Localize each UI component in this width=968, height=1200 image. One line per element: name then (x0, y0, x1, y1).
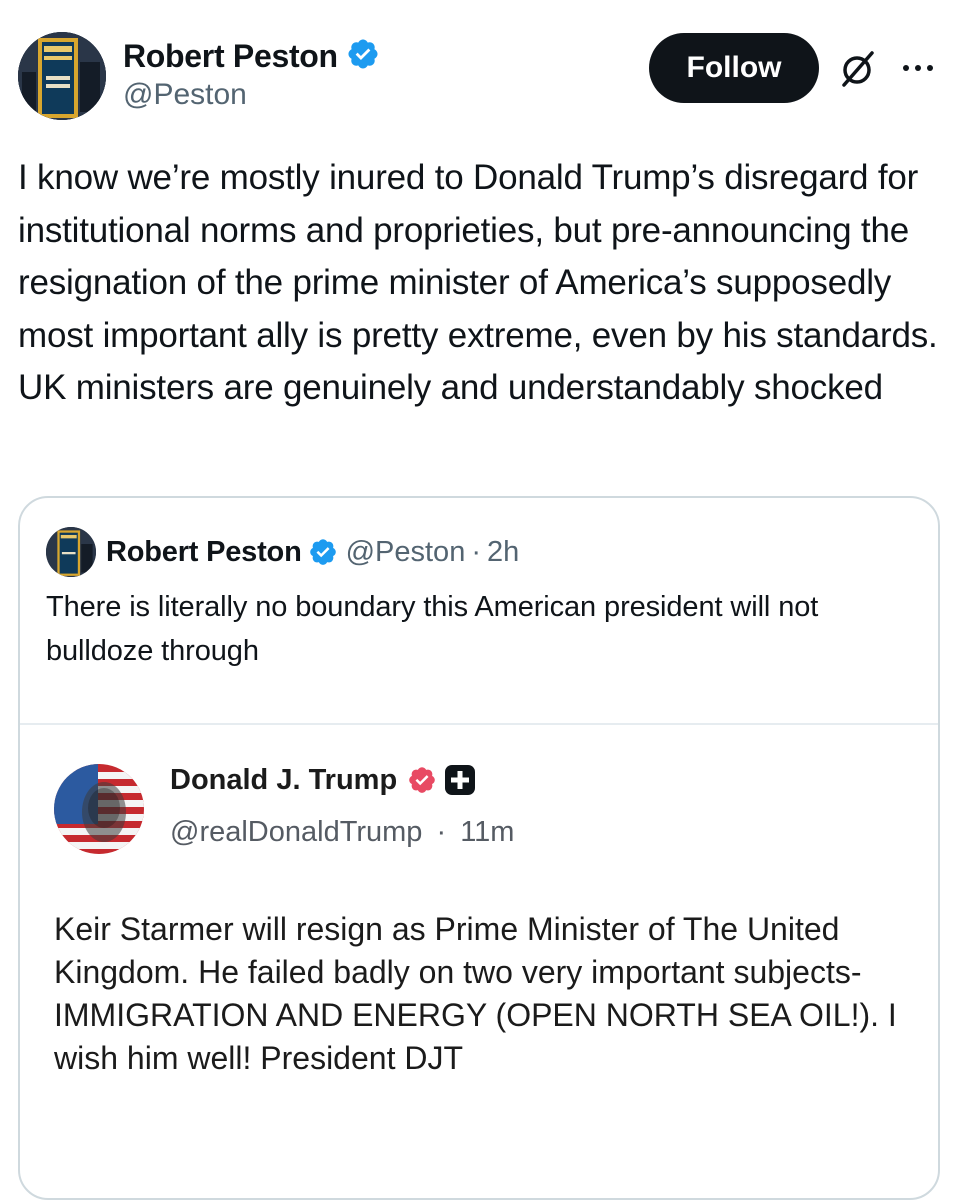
author-name-block: Robert Peston @Peston (123, 34, 380, 112)
truth-plus-icon (445, 765, 476, 795)
embedded-separator: · (436, 816, 447, 848)
verified-badge-icon (346, 37, 380, 76)
tweet-text: I know we’re mostly inured to Donald Tru… (18, 158, 938, 407)
quoted-tweet-text: There is literally no boundary this Amer… (46, 591, 819, 667)
quoted-author-avatar (46, 527, 96, 577)
author-display-name[interactable]: Robert Peston (123, 38, 338, 75)
truth-verified-badge-icon (407, 765, 437, 795)
follow-button[interactable]: Follow (649, 33, 819, 103)
embedded-name-row: Donald J. Trump (170, 760, 476, 800)
book-cover-avatar-icon (46, 527, 96, 577)
quoted-tweet-header: Robert Peston @Peston · 2h (46, 527, 520, 577)
author-avatar[interactable] (18, 32, 106, 120)
flag-portrait-avatar-icon (54, 764, 144, 854)
embedded-display-name: Donald J. Trump (170, 763, 398, 796)
embedded-handle-row: @realDonaldTrump · 11m (170, 816, 514, 849)
embedded-timestamp: 11m (460, 816, 515, 848)
quoted-separator: · (471, 535, 481, 568)
quoted-tweet-card[interactable]: Robert Peston @Peston · 2h There is lite… (18, 496, 940, 1200)
quote-media-divider (20, 723, 938, 725)
embedded-post-text: Keir Starmer will resign as Prime Minist… (54, 911, 897, 1076)
book-cover-avatar-icon (18, 32, 106, 120)
quoted-display-name: Robert Peston (106, 535, 302, 568)
embedded-author-avatar (54, 764, 144, 854)
author-handle[interactable]: @Peston (123, 78, 380, 112)
verified-badge-icon (308, 537, 338, 567)
quoted-handle: @Peston (345, 535, 466, 568)
tweet-header: Robert Peston @Peston Follow (18, 32, 948, 124)
more-icon[interactable] (898, 56, 938, 80)
quoted-timestamp: 2h (487, 535, 520, 568)
embedded-handle: @realDonaldTrump (170, 816, 423, 848)
grok-icon[interactable] (838, 49, 878, 89)
